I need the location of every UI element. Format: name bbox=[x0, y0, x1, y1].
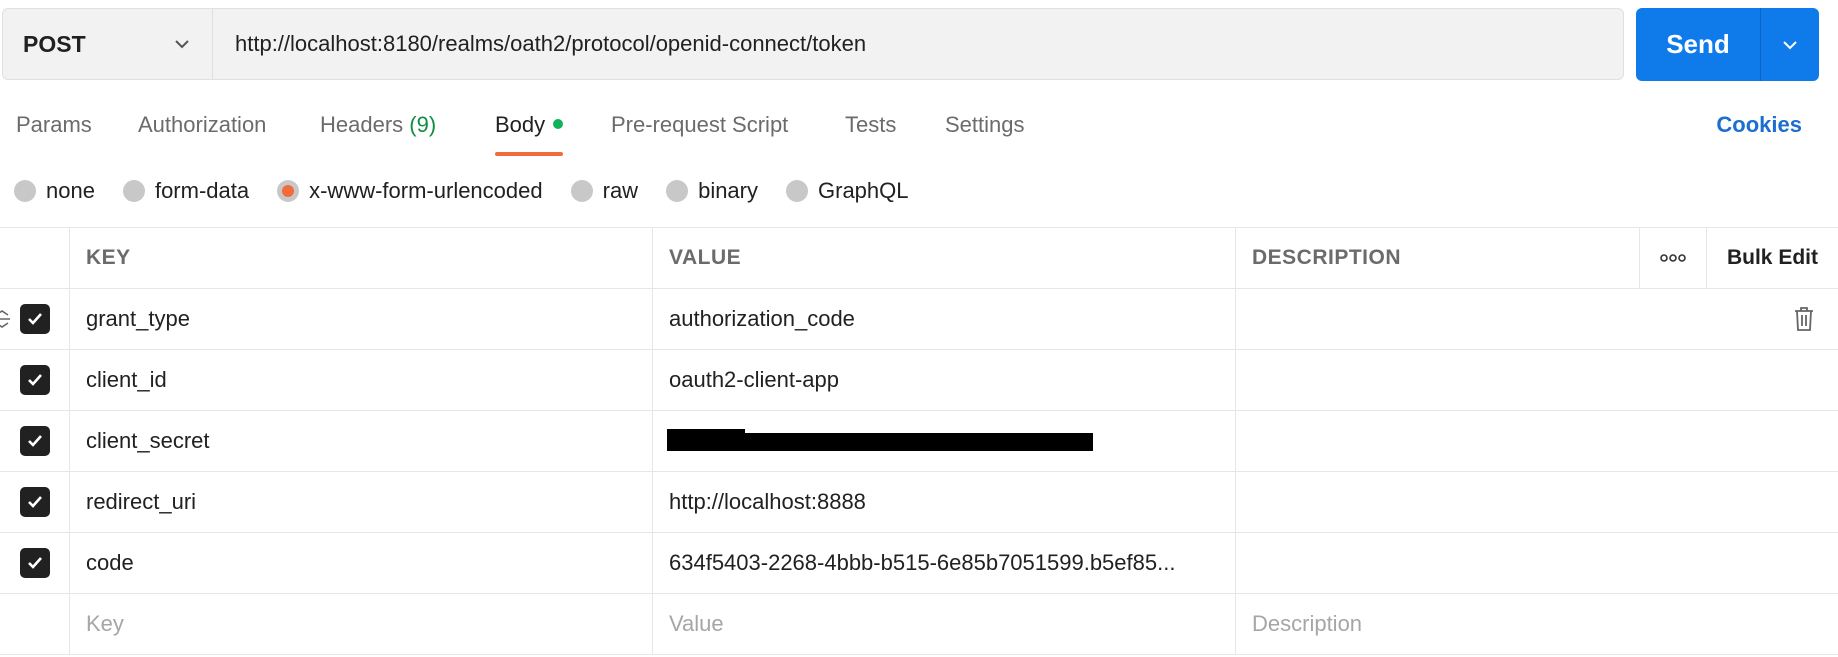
request-tabs: Params Authorization Headers (9) Body Pr… bbox=[0, 108, 1838, 158]
tab-authorization[interactable]: Authorization bbox=[138, 112, 266, 138]
tab-label: Tests bbox=[845, 112, 897, 137]
more-options-button[interactable] bbox=[1640, 228, 1707, 288]
tab-label: Pre-request Script bbox=[611, 112, 789, 137]
description-cell[interactable] bbox=[1236, 411, 1838, 471]
tab-label: Authorization bbox=[138, 112, 267, 137]
description-cell[interactable] bbox=[1236, 350, 1838, 410]
method-label: POST bbox=[23, 30, 86, 57]
chevron-down-icon bbox=[1783, 40, 1797, 49]
row-check-cell bbox=[0, 350, 70, 410]
header-description: DESCRIPTION bbox=[1236, 228, 1640, 288]
headers-count: (9) bbox=[409, 112, 437, 137]
drag-handle-icon[interactable] bbox=[0, 307, 14, 331]
table-header: KEY VALUE DESCRIPTION Bulk Edit bbox=[0, 228, 1838, 289]
request-bar: POST http://localhost:8180/realms/oath2/… bbox=[2, 8, 1624, 80]
send-options-button[interactable] bbox=[1761, 8, 1819, 81]
row-check-cell bbox=[0, 289, 70, 349]
key-cell[interactable]: grant_type bbox=[70, 289, 653, 349]
bulk-edit-button[interactable]: Bulk Edit bbox=[1707, 228, 1838, 288]
key-cell[interactable]: client_secret bbox=[70, 411, 653, 471]
row-checkbox[interactable] bbox=[19, 548, 50, 578]
key-cell[interactable]: code bbox=[70, 533, 653, 593]
description-cell[interactable] bbox=[1236, 289, 1838, 349]
check-icon bbox=[27, 313, 42, 325]
value-cell[interactable]: authorization_code bbox=[653, 289, 1236, 349]
body-type-graphql[interactable]: GraphQL bbox=[786, 178, 909, 204]
table-row: code 634f5403-2268-4bbb-b515-6e85b705159… bbox=[0, 533, 1838, 594]
body-modified-dot bbox=[553, 119, 564, 130]
chevron-down-icon bbox=[175, 40, 189, 49]
header-key: KEY bbox=[70, 228, 653, 288]
body-type-selector: none form-data x-www-form-urlencoded raw… bbox=[14, 176, 937, 206]
tab-params[interactable]: Params bbox=[16, 112, 92, 138]
key-cell[interactable]: redirect_uri bbox=[70, 472, 653, 532]
send-button-group: Send bbox=[1636, 8, 1819, 81]
value-cell[interactable]: http://localhost:8888 bbox=[653, 472, 1236, 532]
params-table: KEY VALUE DESCRIPTION Bulk Edit grant_ty… bbox=[0, 227, 1838, 655]
table-row: client_secret bbox=[0, 411, 1838, 472]
more-horizontal-icon bbox=[1660, 254, 1686, 262]
header-value: VALUE bbox=[653, 228, 1236, 288]
redaction-bar bbox=[667, 429, 745, 451]
new-param-row: Key Value Description bbox=[0, 594, 1838, 655]
body-type-binary[interactable]: binary bbox=[666, 178, 758, 204]
table-row: client_id oauth2-client-app bbox=[0, 350, 1838, 411]
tab-label: Settings bbox=[945, 112, 1025, 137]
radio-icon bbox=[122, 180, 145, 202]
table-row: redirect_uri http://localhost:8888 bbox=[0, 472, 1838, 533]
check-icon bbox=[27, 557, 42, 569]
description-cell[interactable] bbox=[1236, 472, 1838, 532]
trash-icon[interactable] bbox=[1792, 305, 1816, 333]
row-check-cell bbox=[0, 411, 70, 471]
value-cell-redacted[interactable] bbox=[653, 411, 1236, 471]
row-checkbox[interactable] bbox=[19, 365, 50, 395]
row-checkbox[interactable] bbox=[19, 304, 50, 334]
body-type-label: x-www-form-urlencoded bbox=[309, 178, 543, 203]
radio-icon bbox=[786, 180, 808, 202]
radio-selected-icon bbox=[277, 180, 300, 202]
key-input[interactable]: Key bbox=[70, 594, 653, 654]
body-type-label: form-data bbox=[154, 178, 250, 203]
body-type-none[interactable]: none bbox=[14, 178, 95, 204]
tab-label: Headers bbox=[320, 112, 404, 137]
tab-tests[interactable]: Tests bbox=[845, 112, 896, 138]
check-icon bbox=[27, 496, 42, 508]
radio-icon bbox=[570, 180, 593, 202]
row-checkbox[interactable] bbox=[19, 426, 50, 456]
tab-settings[interactable]: Settings bbox=[945, 112, 1025, 138]
check-icon bbox=[27, 435, 42, 447]
send-button[interactable]: Send bbox=[1636, 8, 1761, 81]
row-check-cell bbox=[0, 594, 70, 654]
tab-label: Params bbox=[16, 112, 92, 137]
body-type-label: raw bbox=[602, 178, 639, 203]
body-type-label: GraphQL bbox=[818, 178, 909, 203]
tab-label: Body bbox=[495, 112, 546, 137]
body-type-label: binary bbox=[698, 178, 758, 203]
url-text: http://localhost:8180/realms/oath2/proto… bbox=[235, 31, 867, 56]
description-cell[interactable] bbox=[1236, 533, 1838, 593]
table-row: grant_type authorization_code bbox=[0, 289, 1838, 350]
radio-icon bbox=[14, 180, 36, 202]
row-check-cell bbox=[0, 472, 70, 532]
check-icon bbox=[27, 374, 42, 386]
description-input[interactable]: Description bbox=[1236, 594, 1838, 654]
value-input[interactable]: Value bbox=[653, 594, 1236, 654]
cookies-link[interactable]: Cookies bbox=[1716, 112, 1802, 138]
body-type-raw[interactable]: raw bbox=[570, 178, 639, 204]
tab-body[interactable]: Body bbox=[495, 112, 564, 156]
key-cell[interactable]: client_id bbox=[70, 350, 653, 410]
tab-headers[interactable]: Headers (9) bbox=[320, 112, 436, 138]
body-type-urlencoded[interactable]: x-www-form-urlencoded bbox=[277, 178, 543, 204]
body-type-label: none bbox=[46, 178, 95, 203]
radio-icon bbox=[666, 180, 689, 202]
row-checkbox[interactable] bbox=[19, 487, 50, 517]
row-check-cell bbox=[0, 533, 70, 593]
value-cell[interactable]: oauth2-client-app bbox=[653, 350, 1236, 410]
body-type-form-data[interactable]: form-data bbox=[122, 178, 250, 204]
method-select[interactable]: POST bbox=[3, 9, 213, 79]
url-input[interactable]: http://localhost:8180/realms/oath2/proto… bbox=[213, 9, 1623, 79]
value-cell[interactable]: 634f5403-2268-4bbb-b515-6e85b7051599.b5e… bbox=[653, 533, 1236, 593]
tab-pre-request-script[interactable]: Pre-request Script bbox=[611, 112, 788, 138]
header-check-cell bbox=[0, 228, 70, 288]
